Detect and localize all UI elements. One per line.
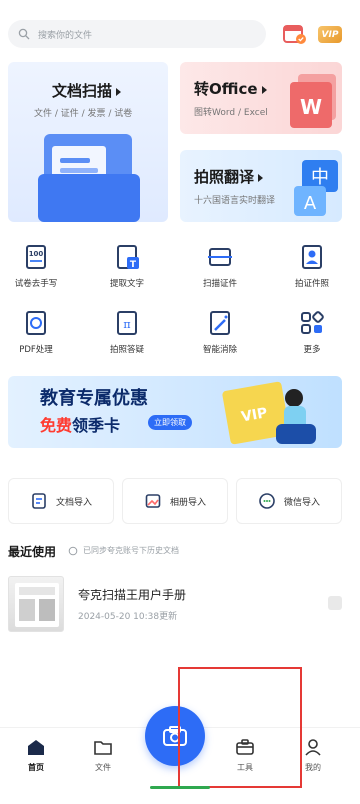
tool-label: 拍照答疑 [109, 345, 144, 355]
tool-smart-erase[interactable]: 智能消除 [188, 309, 252, 355]
nav-tools-label: 工具 [237, 763, 253, 772]
import-label: 微信导入 [283, 497, 320, 508]
tool-label: PDF处理 [19, 345, 53, 355]
folder-icon [94, 741, 112, 755]
import-wechat-button[interactable]: 微信导入 [236, 478, 342, 524]
promo-line2-rest: 领季卡 [72, 416, 121, 435]
tool-scan-id[interactable]: 扫描证件 [188, 243, 252, 289]
tool-photo-qa[interactable]: π 拍照答疑 [95, 309, 159, 355]
tool-label: 更多 [303, 345, 321, 355]
tool-more[interactable]: 更多 [280, 309, 344, 355]
promo-line2: 免费领季卡 [40, 412, 120, 436]
translate-subtitle: 十六国语言实时翻译 [194, 196, 276, 206]
tool-id-photo[interactable]: 拍证件照 [280, 243, 344, 289]
search-input[interactable]: 搜索你的文件 [8, 20, 266, 48]
promo-free-text: 免费 [40, 416, 73, 435]
office-title: 转Office [194, 78, 267, 99]
recent-sync-status: 已同步夸克账号下历史文档 [68, 545, 179, 556]
import-label: 相册导入 [169, 497, 206, 508]
calendar-check-icon[interactable] [282, 22, 308, 46]
home-icon [28, 740, 44, 755]
import-doc-button[interactable]: 文档导入 [8, 478, 114, 524]
toolbox-icon [236, 739, 254, 755]
doc-import-icon [32, 493, 46, 509]
nav-home[interactable]: 首页 [11, 738, 61, 773]
feature-card-scan[interactable]: 文档扫描 文件 / 证件 / 发票 / 试卷 [8, 62, 168, 222]
exam-remove-handwriting-icon: 100 [26, 245, 46, 269]
sync-icon [68, 546, 78, 555]
svg-text:中: 中 [311, 167, 329, 188]
import-album-button[interactable]: 相册导入 [122, 478, 228, 524]
thumbnail-image-icon [15, 583, 59, 627]
pdf-icon [26, 311, 46, 335]
office-subtitle: 图转Word / Excel [194, 108, 268, 118]
document-select-checkbox[interactable] [328, 596, 342, 610]
nav-tools[interactable]: 工具 [220, 738, 270, 773]
promo-line1: 教育专属优惠 [40, 388, 148, 409]
nav-file-label: 文件 [95, 763, 111, 772]
gesture-home-indicator [150, 786, 210, 789]
nav-file[interactable]: 文件 [78, 738, 128, 773]
feature-card-translate[interactable]: 拍照翻译 十六国语言实时翻译 中 A [180, 150, 342, 222]
tool-label: 扫描证件 [202, 279, 237, 289]
tool-exam-remove-handwriting[interactable]: 100 试卷去手写 [4, 243, 68, 289]
tool-label: 试卷去手写 [14, 279, 58, 289]
word-document-icon: W [290, 74, 336, 128]
svg-text:A: A [304, 193, 317, 214]
smart-erase-icon [210, 311, 230, 335]
nav-me[interactable]: 我的 [288, 738, 338, 773]
translate-title: 拍照翻译 [194, 166, 264, 187]
folder-document-icon [38, 134, 140, 222]
id-photo-icon [302, 245, 322, 269]
recent-title: 最近使用 [8, 545, 57, 559]
vip-badge-icon[interactable]: VIP [318, 26, 342, 43]
svg-text:W: W [300, 95, 322, 119]
translate-language-icon: 中 A [294, 160, 338, 216]
import-label: 文档导入 [55, 497, 92, 508]
tool-label: 提取文字 [109, 279, 144, 289]
svg-text:π: π [123, 318, 130, 331]
camera-icon [163, 726, 187, 746]
document-name: 夸克扫描王用户手册 [78, 588, 187, 602]
scan-id-icon [208, 248, 232, 266]
document-updated-time: 2024-05-20 10:38更新 [78, 612, 178, 622]
search-icon [18, 28, 30, 40]
document-thumbnail [8, 576, 64, 632]
search-placeholder: 搜索你的文件 [38, 30, 93, 41]
nav-home-label: 首页 [28, 763, 44, 772]
camera-button[interactable] [145, 706, 205, 766]
promo-illustration-icon: VIP [222, 381, 316, 445]
tool-label: 拍证件照 [294, 279, 329, 289]
feature-card-office[interactable]: 转Office 图转Word / Excel W [180, 62, 342, 134]
list-item[interactable]: 夸克扫描王用户手册 2024-05-20 10:38更新 [8, 576, 342, 632]
user-icon [305, 739, 321, 756]
svg-text:100: 100 [29, 250, 44, 258]
top-partial-title [0, 0, 360, 4]
recent-sync-text: 已同步夸克账号下历史文档 [83, 546, 179, 555]
album-import-icon [145, 494, 161, 508]
photo-qa-icon: π [117, 311, 137, 335]
nav-me-label: 我的 [305, 763, 321, 772]
wechat-import-icon [259, 493, 275, 509]
svg-text:T: T [130, 260, 137, 270]
tool-pdf[interactable]: PDF处理 [4, 309, 68, 355]
tool-label: 智能消除 [202, 345, 237, 355]
extract-text-icon: T [117, 245, 139, 270]
promo-banner[interactable]: 教育专属优惠 免费领季卡 立即领取 VIP [8, 376, 342, 448]
more-grid-icon [301, 311, 324, 334]
tool-extract-text[interactable]: T 提取文字 [95, 243, 159, 289]
